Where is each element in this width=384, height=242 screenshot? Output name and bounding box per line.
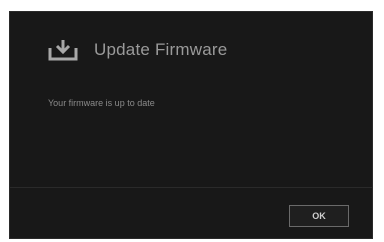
status-message: Your firmware is up to date — [48, 98, 155, 108]
screen: Update Firmware Your firmware is up to d… — [0, 0, 384, 242]
ok-button[interactable]: OK — [289, 205, 349, 227]
dialog-header: Update Firmware — [46, 38, 227, 62]
divider — [10, 187, 372, 188]
update-firmware-dialog: Update Firmware Your firmware is up to d… — [9, 11, 373, 239]
download-tray-icon — [46, 38, 80, 62]
dialog-title: Update Firmware — [94, 40, 228, 59]
